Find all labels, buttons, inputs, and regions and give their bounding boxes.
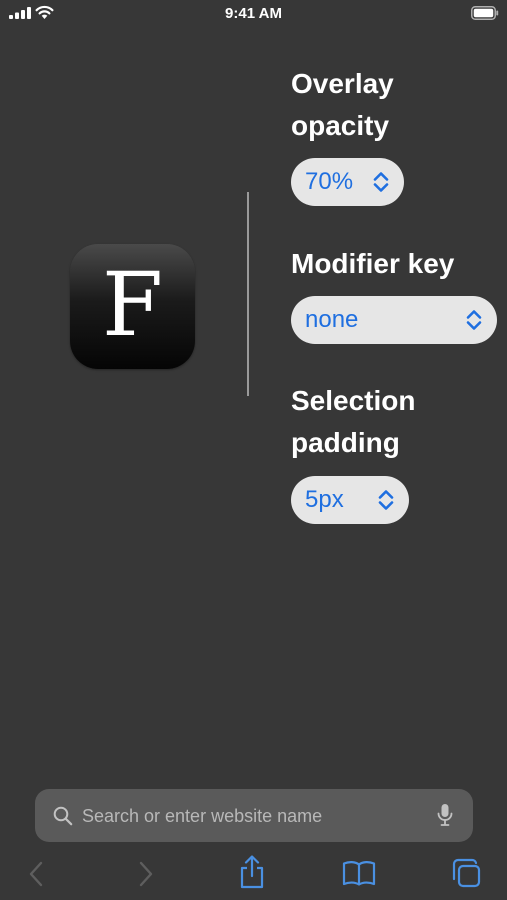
battery-icon xyxy=(471,6,499,20)
modifier-key-label: Modifier key xyxy=(291,248,455,279)
modifier-key-value: none xyxy=(305,306,359,333)
address-bar-placeholder: Search or enter website name xyxy=(82,806,323,826)
status-time: 9:41 AM xyxy=(225,5,282,22)
chevron-updown-icon xyxy=(466,310,482,330)
status-bar: 9:41 AM xyxy=(0,0,507,28)
forward-icon[interactable] xyxy=(138,861,154,887)
selection-padding-label: Selection padding xyxy=(291,385,416,458)
overlay-opacity-select[interactable]: 70% xyxy=(291,158,404,206)
search-icon xyxy=(53,806,73,826)
chevron-updown-icon xyxy=(373,172,389,192)
back-icon[interactable] xyxy=(28,861,44,887)
selection-padding-select[interactable]: 5px xyxy=(291,476,409,524)
overlay-opacity-label: Overlay opacity xyxy=(291,68,394,141)
share-icon[interactable] xyxy=(238,855,266,889)
safari-extension-page: 9:41 AM F Overlay opacity 70% Modifier k… xyxy=(0,0,507,900)
app-icon: F xyxy=(70,244,195,369)
overlay-opacity-value: 70% xyxy=(305,168,354,195)
vertical-divider xyxy=(247,192,249,396)
microphone-icon[interactable] xyxy=(437,803,453,827)
selection-padding-value: 5px xyxy=(305,486,344,513)
modifier-key-select[interactable]: none xyxy=(291,296,497,344)
app-icon-letter: F xyxy=(101,252,164,356)
address-bar[interactable]: Search or enter website name xyxy=(35,789,473,842)
bookmarks-icon[interactable] xyxy=(342,860,376,886)
chevron-updown-icon xyxy=(378,490,394,510)
tabs-icon[interactable] xyxy=(451,858,481,888)
